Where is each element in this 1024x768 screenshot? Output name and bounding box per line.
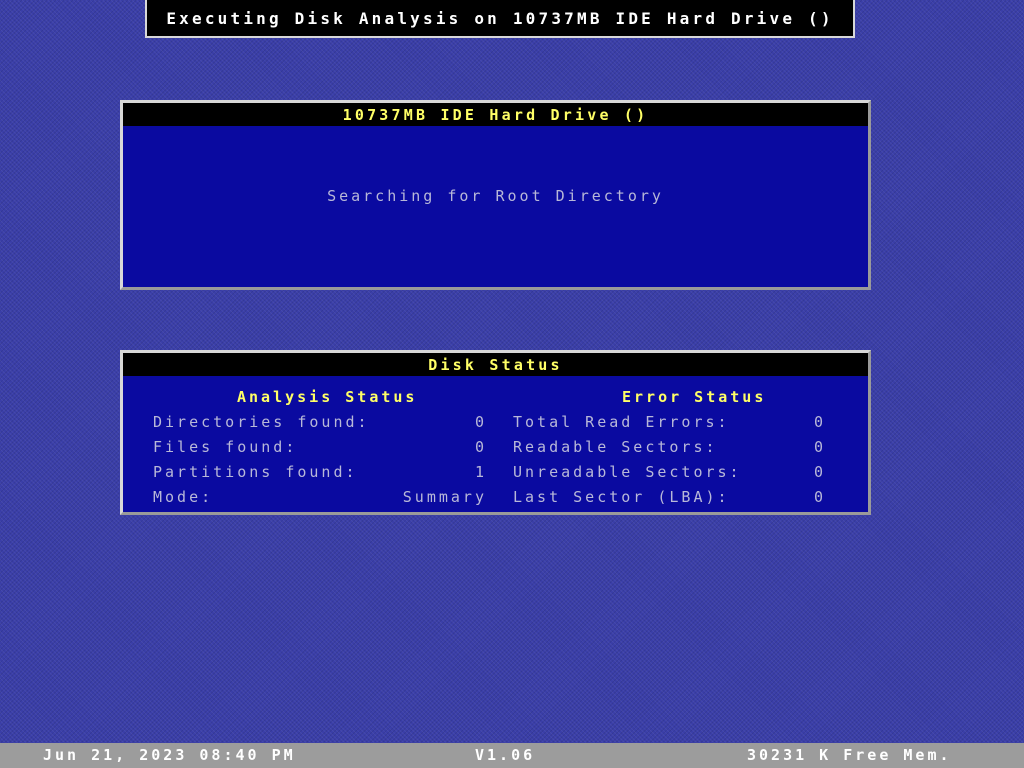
free-memory-text: 30231 K Free Mem. [747, 746, 952, 764]
readable-sectors-label: Readable Sectors: [513, 438, 718, 456]
drive-status-message: Searching for Root Directory [327, 187, 664, 205]
drive-panel: 10737MB IDE Hard Drive () Searching for … [120, 100, 871, 290]
partitions-found-label: Partitions found: [153, 463, 358, 481]
total-read-errors-value: 0 [813, 413, 826, 431]
directories-found-label: Directories found: [153, 413, 370, 431]
mode-value: Summary [402, 488, 487, 506]
status-bar: Jun 21, 2023 08:40 PM V1.06 30231 K Free… [0, 743, 1024, 768]
mode-label: Mode: [153, 488, 214, 506]
unreadable-sectors-label: Unreadable Sectors: [513, 463, 742, 481]
files-found-label: Files found: [153, 438, 298, 456]
disk-status-title: Disk Status [123, 353, 868, 376]
last-sector-label: Last Sector (LBA): [513, 488, 730, 506]
last-sector-value: 0 [813, 488, 826, 506]
drive-panel-title: 10737MB IDE Hard Drive () [123, 103, 868, 126]
datetime-text: Jun 21, 2023 08:40 PM [43, 746, 296, 764]
partitions-found-value: 1 [474, 463, 487, 481]
window-title: Executing Disk Analysis on 10737MB IDE H… [145, 0, 855, 38]
unreadable-sectors-value: 0 [813, 463, 826, 481]
version-text: V1.06 [475, 746, 536, 764]
error-status-header: Error Status [622, 388, 767, 406]
disk-status-panel: Disk Status Analysis Status Error Status… [120, 350, 871, 515]
files-found-value: 0 [474, 438, 487, 456]
directories-found-value: 0 [474, 413, 487, 431]
readable-sectors-value: 0 [813, 438, 826, 456]
analysis-status-header: Analysis Status [237, 388, 418, 406]
total-read-errors-label: Total Read Errors: [513, 413, 730, 431]
